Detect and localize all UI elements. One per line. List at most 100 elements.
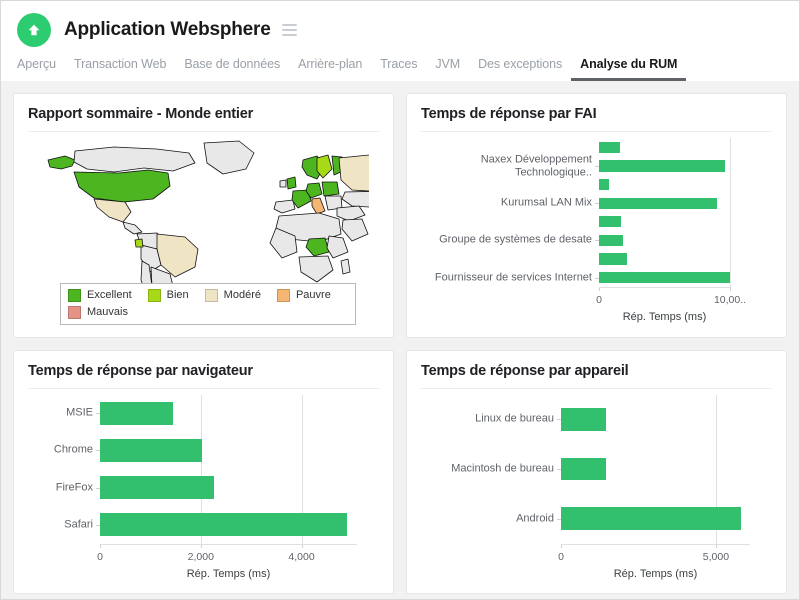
x-tick-label: 5,000 (703, 551, 729, 563)
bar[interactable] (100, 513, 347, 536)
main-tab-bar: Aperçu Transaction Web Base de données A… (1, 53, 799, 81)
card-world-summary: Rapport sommaire - Monde entier (13, 93, 394, 338)
y-axis-category-label: Android (420, 512, 554, 525)
legend-label-excellent: Excellent (87, 289, 132, 301)
y-tick-mark (595, 166, 599, 167)
bar[interactable] (100, 439, 202, 462)
tab-analyse-du-rum[interactable]: Analyse du RUM (571, 53, 686, 81)
bar[interactable] (599, 160, 725, 171)
bar[interactable] (599, 272, 730, 283)
bar[interactable] (561, 408, 606, 431)
tab-des-exceptions[interactable]: Des exceptions (469, 53, 571, 81)
x-axis-title: Rép. Temps (ms) (187, 568, 271, 580)
legend-swatch-mauvais (68, 306, 81, 319)
card-title-response-time-by-isp: Temps de réponse par FAI (421, 106, 772, 132)
tab-transaction-web[interactable]: Transaction Web (65, 53, 175, 81)
tab-jvm[interactable]: JVM (426, 53, 469, 81)
legend-item-excellent: Excellent (68, 289, 132, 302)
x-tick-label: 0 (97, 551, 103, 563)
gridline (730, 138, 731, 287)
x-axis-title: Rép. Temps (ms) (614, 568, 698, 580)
app-title: Application Websphere (64, 19, 271, 41)
bar[interactable] (100, 476, 214, 499)
x-tick-label: 0 (558, 551, 564, 563)
card-body-response-time-by-browser: 02,0004,000MSIEChromeFireFoxSafariRép. T… (28, 389, 379, 586)
legend-swatch-pauvre (277, 289, 290, 302)
app-header: Application Websphere Aperçu Transaction… (1, 1, 799, 81)
x-tick-label: 2,000 (188, 551, 214, 563)
y-tick-mark (595, 240, 599, 241)
bar[interactable] (599, 142, 620, 153)
y-tick-mark (96, 525, 100, 526)
legend-label-pauvre: Pauvre (296, 289, 331, 301)
world-map-svg (39, 136, 369, 301)
y-axis-category-label: Macintosh de bureau (420, 463, 554, 476)
legend-item-bien: Bien (148, 289, 189, 302)
y-tick-mark (557, 469, 561, 470)
chart-response-time-by-isp[interactable]: 0 10,00.. Naxex Développement Technologiqu… (421, 132, 772, 329)
header-top-bar: Application Websphere (1, 9, 799, 53)
y-axis-category-label: FireFox (27, 481, 93, 494)
card-response-time-by-isp: Temps de réponse par FAI 0 10,00.. Naxex D… (406, 93, 787, 338)
card-body-response-time-by-isp: 0 10,00.. Naxex Développement Technologiqu… (421, 132, 772, 329)
legend-swatch-modere (205, 289, 218, 302)
y-axis-category-label: MSIE (27, 407, 93, 420)
legend-label-modere: Modéré (224, 289, 261, 301)
y-axis-category-label: Linux de bureau (420, 413, 554, 426)
bar[interactable] (599, 216, 621, 227)
y-tick-mark (96, 450, 100, 451)
app-logo-icon (17, 13, 51, 47)
x-axis-line (561, 544, 750, 545)
card-title-response-time-by-device: Temps de réponse par appareil (421, 363, 772, 389)
card-title-world-summary: Rapport sommaire - Monde entier (28, 106, 379, 132)
y-axis-category-label: Safari (27, 519, 93, 532)
legend-item-mauvais: Mauvais (68, 306, 128, 319)
x-tick-label: 10,00.. (714, 294, 746, 306)
x-tick-label: 4,000 (288, 551, 314, 563)
bar[interactable] (599, 253, 627, 264)
world-map[interactable]: Excellent Bien Modéré Pauvre (28, 132, 379, 329)
dashboard-grid: Rapport sommaire - Monde entier (1, 81, 799, 600)
hamburger-menu-icon[interactable] (282, 24, 297, 36)
x-axis-title: Rép. Temps (ms) (623, 311, 707, 323)
map-legend: Excellent Bien Modéré Pauvre (60, 283, 356, 325)
legend-item-pauvre: Pauvre (277, 289, 331, 302)
card-response-time-by-device: Temps de réponse par appareil 0 5,000 Linu… (406, 350, 787, 595)
y-tick-mark (96, 413, 100, 414)
legend-swatch-excellent (68, 289, 81, 302)
tab-traces[interactable]: Traces (371, 53, 426, 81)
x-tick-mark (730, 287, 731, 291)
legend-label-mauvais: Mauvais (87, 306, 128, 318)
rum-analytics-page: Application Websphere Aperçu Transaction… (0, 0, 800, 600)
y-axis-category-label: Naxex Développement Technologique.. (420, 153, 592, 178)
y-axis-category-label: Fournisseur de services Internet (420, 271, 592, 284)
y-axis-category-label: Groupe de systèmes de desate (420, 234, 592, 247)
bar[interactable] (561, 458, 606, 481)
x-axis-line (599, 287, 730, 288)
y-tick-mark (595, 278, 599, 279)
tab-base-de-donnees[interactable]: Base de données (175, 53, 289, 81)
card-title-response-time-by-browser: Temps de réponse par navigateur (28, 363, 379, 389)
y-tick-mark (557, 519, 561, 520)
chart-response-time-by-browser[interactable]: 02,0004,000MSIEChromeFireFoxSafariRép. T… (28, 389, 379, 586)
tab-apercu[interactable]: Aperçu (17, 53, 65, 81)
legend-item-modere: Modéré (205, 289, 261, 302)
legend-label-bien: Bien (167, 289, 189, 301)
y-axis-category-label: Kurumsal LAN Mix (420, 197, 592, 210)
bar[interactable] (599, 235, 623, 246)
y-tick-mark (557, 419, 561, 420)
card-body-response-time-by-device: 0 5,000 Linux de bureau Macintosh de bureau… (421, 389, 772, 586)
bar[interactable] (599, 198, 717, 209)
card-body-world-summary: Excellent Bien Modéré Pauvre (28, 132, 379, 329)
bar[interactable] (100, 402, 173, 425)
tab-arriere-plan[interactable]: Arrière-plan (289, 53, 371, 81)
chart-response-time-by-device[interactable]: 0 5,000 Linux de bureau Macintosh de bureau… (421, 389, 772, 586)
y-tick-mark (96, 488, 100, 489)
x-tick-label: 0 (596, 294, 602, 306)
x-axis-line (100, 544, 357, 545)
card-response-time-by-browser: Temps de réponse par navigateur 0 2,000 4,… (13, 350, 394, 595)
bar[interactable] (561, 507, 741, 530)
y-tick-mark (595, 203, 599, 204)
legend-swatch-bien (148, 289, 161, 302)
bar[interactable] (599, 179, 609, 190)
